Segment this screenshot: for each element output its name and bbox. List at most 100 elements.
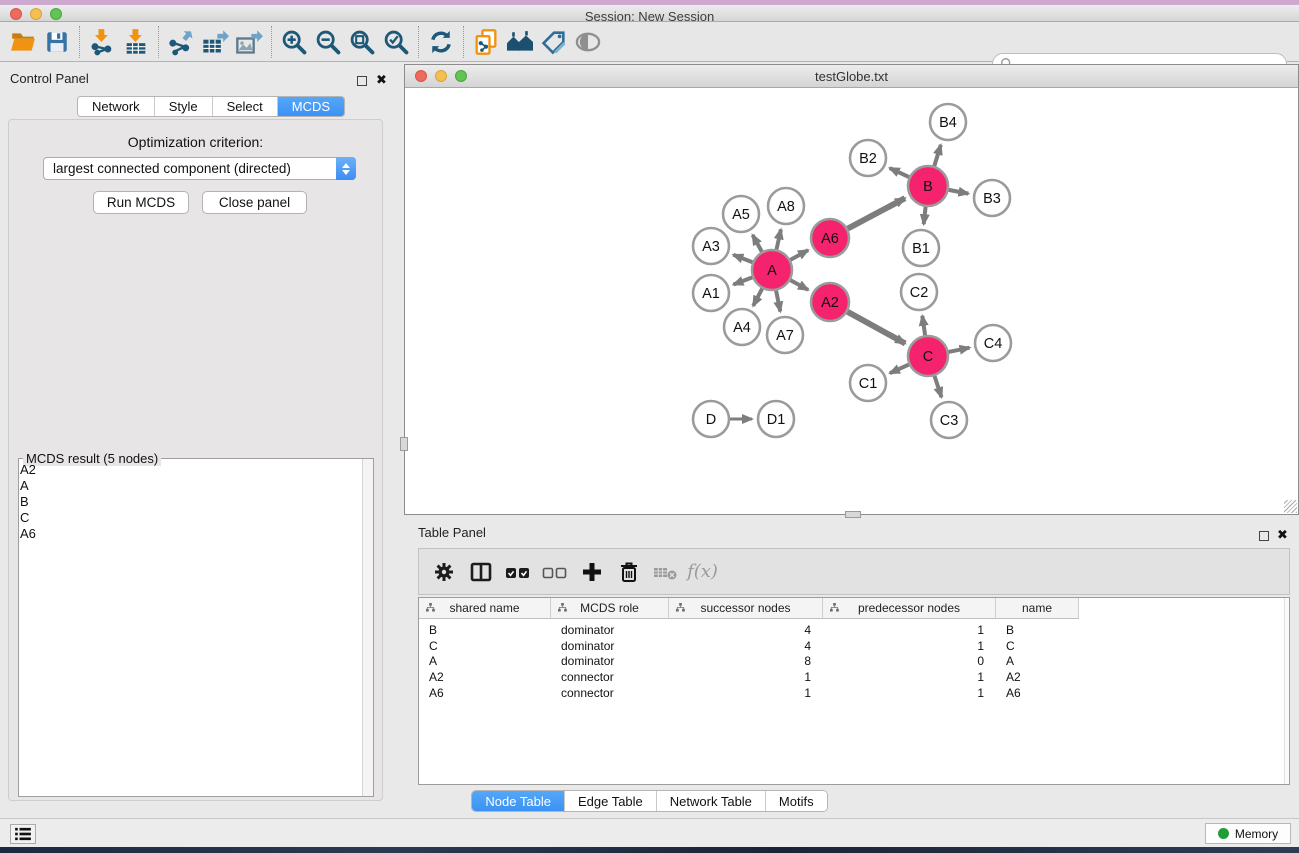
graph-node-A1[interactable]: A1 (693, 275, 729, 311)
column-header-name[interactable]: name (996, 598, 1079, 619)
cell-successor-nodes[interactable]: 8 (669, 653, 811, 669)
control-panel-float-button[interactable] (357, 73, 367, 91)
export-image-icon[interactable] (232, 26, 266, 58)
cell-name[interactable]: A2 (1006, 669, 1079, 685)
cell-name[interactable]: C (1006, 638, 1079, 654)
function-fx-icon[interactable]: f(x) (686, 554, 719, 590)
tab-style[interactable]: Style (155, 97, 213, 116)
column-header-successor-nodes[interactable]: successor nodes (669, 598, 823, 619)
refresh-icon[interactable] (424, 26, 458, 58)
table-panel-float-button[interactable] (1259, 528, 1269, 546)
network-canvas[interactable]: B4B2BB3A8A5A6A3B1AA1C2A2A4A7C4CC1C3DD1 (405, 88, 1298, 514)
table-panel-close-button[interactable]: ✖ (1277, 526, 1288, 544)
memory-button[interactable]: Memory (1205, 823, 1291, 844)
zoom-in-icon[interactable] (277, 26, 311, 58)
graph-node-A4[interactable]: A4 (724, 309, 760, 345)
delete-column-icon[interactable] (612, 554, 645, 590)
zoom-out-icon[interactable] (311, 26, 345, 58)
eye-icon[interactable] (571, 26, 605, 58)
delete-table-icon[interactable] (649, 554, 682, 590)
cell-predecessor-nodes[interactable]: 1 (823, 685, 984, 701)
columns-icon[interactable] (464, 554, 497, 590)
mcds-result-item[interactable]: A (20, 478, 36, 494)
export-table-icon[interactable] (198, 26, 232, 58)
deselect-all-icon[interactable] (538, 554, 571, 590)
mcds-result-item[interactable]: C (20, 510, 36, 526)
graph-node-B[interactable]: B (908, 166, 948, 206)
tab-select[interactable]: Select (213, 97, 278, 116)
column-header-shared-name[interactable]: shared name (419, 598, 551, 619)
column-header-predecessor-nodes[interactable]: predecessor nodes (823, 598, 996, 619)
tab-network-table[interactable]: Network Table (657, 791, 766, 811)
cell-MCDS-role[interactable]: dominator (561, 638, 669, 654)
graph-node-D[interactable]: D (693, 401, 729, 437)
cell-successor-nodes[interactable]: 1 (669, 685, 811, 701)
cell-shared-name[interactable]: C (429, 638, 551, 654)
window-resize-grip[interactable] (1284, 500, 1297, 513)
graph-node-B1[interactable]: B1 (903, 230, 939, 266)
graph-node-C2[interactable]: C2 (901, 274, 937, 310)
zoom-selected-icon[interactable] (379, 26, 413, 58)
tab-node-table[interactable]: Node Table (472, 791, 565, 811)
graph-node-A5[interactable]: A5 (723, 196, 759, 232)
open-folder-icon[interactable] (6, 26, 40, 58)
graph-node-A6[interactable]: A6 (811, 219, 849, 257)
graph-node-A8[interactable]: A8 (768, 188, 804, 224)
graph-node-C1[interactable]: C1 (850, 365, 886, 401)
graph-node-C[interactable]: C (908, 336, 948, 376)
import-table-icon[interactable] (119, 26, 153, 58)
cell-shared-name[interactable]: B (429, 622, 551, 638)
task-history-button[interactable] (10, 824, 36, 844)
cell-name[interactable]: A6 (1006, 685, 1079, 701)
graph-node-C3[interactable]: C3 (931, 402, 967, 438)
network-window-titlebar[interactable]: testGlobe.txt (405, 65, 1298, 88)
homes-icon[interactable] (503, 26, 537, 58)
graph-node-B2[interactable]: B2 (850, 140, 886, 176)
graph-node-A3[interactable]: A3 (693, 228, 729, 264)
cell-shared-name[interactable]: A2 (429, 669, 551, 685)
select-all-checked-icon[interactable] (501, 554, 534, 590)
cell-shared-name[interactable]: A6 (429, 685, 551, 701)
graph-node-C4[interactable]: C4 (975, 325, 1011, 361)
control-panel-close-button[interactable]: ✖ (376, 71, 387, 89)
cell-MCDS-role[interactable]: dominator (561, 622, 669, 638)
cell-successor-nodes[interactable]: 4 (669, 622, 811, 638)
graph-node-B3[interactable]: B3 (974, 180, 1010, 216)
tab-edge-table[interactable]: Edge Table (565, 791, 657, 811)
add-column-icon[interactable] (575, 554, 608, 590)
cell-MCDS-role[interactable]: connector (561, 685, 669, 701)
cell-successor-nodes[interactable]: 4 (669, 638, 811, 654)
tab-network[interactable]: Network (78, 97, 155, 116)
tab-motifs[interactable]: Motifs (766, 791, 827, 811)
mcds-result-item[interactable]: B (20, 494, 36, 510)
cell-shared-name[interactable]: A (429, 653, 551, 669)
annotation-icon[interactable] (537, 26, 571, 58)
cell-MCDS-role[interactable]: dominator (561, 653, 669, 669)
criterion-dropdown[interactable]: largest connected component (directed) (43, 157, 356, 180)
network-hscroll-thumb[interactable] (845, 511, 861, 518)
save-icon[interactable] (40, 26, 74, 58)
cell-name[interactable]: A (1006, 653, 1079, 669)
duplicate-network-icon[interactable] (469, 26, 503, 58)
tab-mcds[interactable]: MCDS (278, 97, 344, 116)
graph-node-A[interactable]: A (752, 250, 792, 290)
cell-predecessor-nodes[interactable]: 1 (823, 669, 984, 685)
graph-node-B4[interactable]: B4 (930, 104, 966, 140)
cell-successor-nodes[interactable]: 1 (669, 669, 811, 685)
graph-node-A7[interactable]: A7 (767, 317, 803, 353)
cell-MCDS-role[interactable]: connector (561, 669, 669, 685)
cell-name[interactable]: B (1006, 622, 1079, 638)
export-network-icon[interactable] (164, 26, 198, 58)
close-panel-button[interactable]: Close panel (202, 191, 307, 214)
column-header-MCDS-role[interactable]: MCDS role (551, 598, 669, 619)
cell-predecessor-nodes[interactable]: 1 (823, 622, 984, 638)
cell-predecessor-nodes[interactable]: 1 (823, 638, 984, 654)
mcds-result-item[interactable]: A6 (20, 526, 36, 542)
graph-node-A2[interactable]: A2 (811, 283, 849, 321)
cell-predecessor-nodes[interactable]: 0 (823, 653, 984, 669)
network-vscroll-thumb[interactable] (400, 437, 408, 451)
result-scrollbar[interactable] (362, 459, 373, 796)
mcds-result-list[interactable]: A2ABCA6 (20, 462, 36, 542)
zoom-fit-icon[interactable] (345, 26, 379, 58)
run-mcds-button[interactable]: Run MCDS (93, 191, 189, 214)
